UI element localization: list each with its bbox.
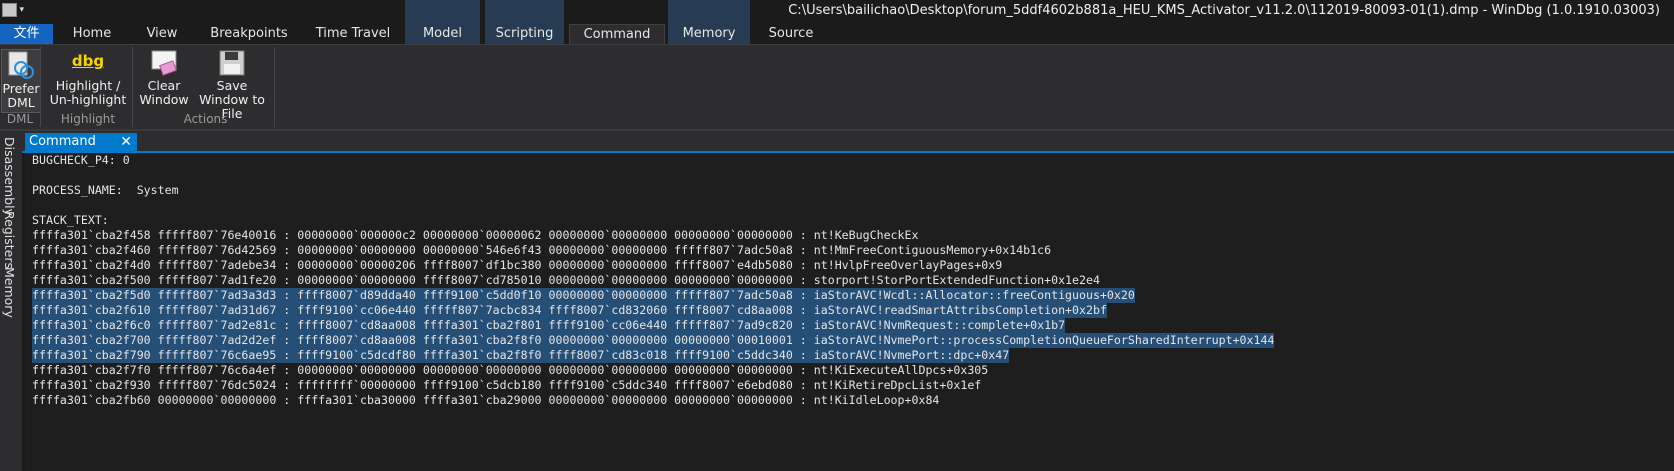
highlight-label: Highlight / Un-highlight <box>49 78 127 107</box>
close-icon[interactable]: ✕ <box>120 133 132 151</box>
group-label-highlight: Highlight <box>60 112 116 126</box>
group-separator <box>40 47 41 127</box>
prefer-dml-label: Prefer DML <box>2 81 40 110</box>
tab-command[interactable]: Command <box>569 24 665 46</box>
tab-file[interactable]: 文件 <box>0 24 53 44</box>
stack-frame-line-selected: ffffa301`cba2f700 fffff807`7ad2d2ef : ff… <box>32 333 1275 348</box>
command-output[interactable]: BUGCHECK_P4: 0 PROCESS_NAME: System STAC… <box>25 153 1674 471</box>
title-bar: ▾ C:\Users\bailichao\Desktop\forum_5ddf4… <box>0 0 1674 46</box>
prefer-dml-button[interactable]: Prefer DML <box>1 49 41 113</box>
window-title: C:\Users\bailichao\Desktop\forum_5ddf460… <box>788 3 1660 18</box>
ribbon: Prefer DML DML dbg Highlight / Un-highli… <box>0 45 1674 130</box>
tab-breakpoints[interactable]: Breakpoints <box>200 24 298 44</box>
stack-frame-line: ffffa301`cba2f930 fffff807`76dc5024 : ff… <box>32 378 982 392</box>
group-label-actions: Actions <box>183 112 228 126</box>
stack-frame-line: ffffa301`cba2fb60 00000000`00000000 : ff… <box>32 393 940 407</box>
stack-frame-line-selected: ffffa301`cba2f610 fffff807`7ad31d67 : ff… <box>32 303 1107 318</box>
eraser-icon <box>151 50 177 76</box>
stack-frame-line: ffffa301`cba2f460 fffff807`76d42569 : 00… <box>32 243 1052 257</box>
tab-view[interactable]: View <box>134 24 190 44</box>
stack-frame-line-selected: ffffa301`cba2f5d0 fffff807`7ad3a3d3 : ff… <box>32 288 1135 303</box>
side-tool-strip: Disassembly Registers Memory <box>0 131 22 471</box>
command-tab-label: Command <box>29 134 96 149</box>
group-separator <box>132 47 133 127</box>
tab-source[interactable]: Source <box>755 24 827 44</box>
dml-icon <box>8 51 34 79</box>
output-line: STACK_TEXT: <box>32 213 109 227</box>
output-line: BUGCHECK_P4: 0 <box>32 153 130 167</box>
tab-home[interactable]: Home <box>60 24 124 44</box>
group-label-dml: DML <box>6 112 34 126</box>
stack-frame-line: ffffa301`cba2f7f0 fffff807`76c6a4ef : 00… <box>32 363 989 377</box>
group-separator <box>274 47 275 127</box>
save-floppy-icon <box>219 50 245 76</box>
stack-frame-line-selected: ffffa301`cba2f790 fffff807`76c6ae95 : ff… <box>32 348 1010 363</box>
document-tab-bar: Command ✕ <box>22 131 1674 151</box>
app-menu-icon[interactable]: ▾ <box>2 2 24 18</box>
clear-window-label: Clear Window <box>139 78 189 107</box>
stack-frame-line: ffffa301`cba2f500 fffff807`7ad1fe20 : 00… <box>32 273 1100 287</box>
stack-frame-line: ffffa301`cba2f4d0 fffff807`7adebe34 : 00… <box>32 258 1003 272</box>
save-window-button[interactable]: Save Window to File <box>191 49 273 121</box>
tab-command-window[interactable]: Command ✕ <box>25 133 137 151</box>
highlight-button[interactable]: dbg Highlight / Un-highlight <box>44 49 132 111</box>
tab-time-travel[interactable]: Time Travel <box>306 24 400 44</box>
side-tab-memory[interactable]: Memory <box>2 267 17 318</box>
highlight-icon: dbg <box>71 52 105 70</box>
output-line: PROCESS_NAME: System <box>32 183 179 197</box>
tab-memory[interactable]: Memory <box>668 0 750 44</box>
clear-window-button[interactable]: Clear Window <box>138 49 190 111</box>
stack-frame-line: ffffa301`cba2f458 fffff807`76e40016 : 00… <box>32 228 919 242</box>
tab-model[interactable]: Model <box>405 0 480 44</box>
side-tab-registers[interactable]: Registers <box>2 211 17 269</box>
stack-frame-line-selected: ffffa301`cba2f6c0 fffff807`7ad2e81c : ff… <box>32 318 1066 333</box>
side-tab-disassembly[interactable]: Disassembly <box>2 137 17 216</box>
tab-scripting[interactable]: Scripting <box>485 0 564 44</box>
